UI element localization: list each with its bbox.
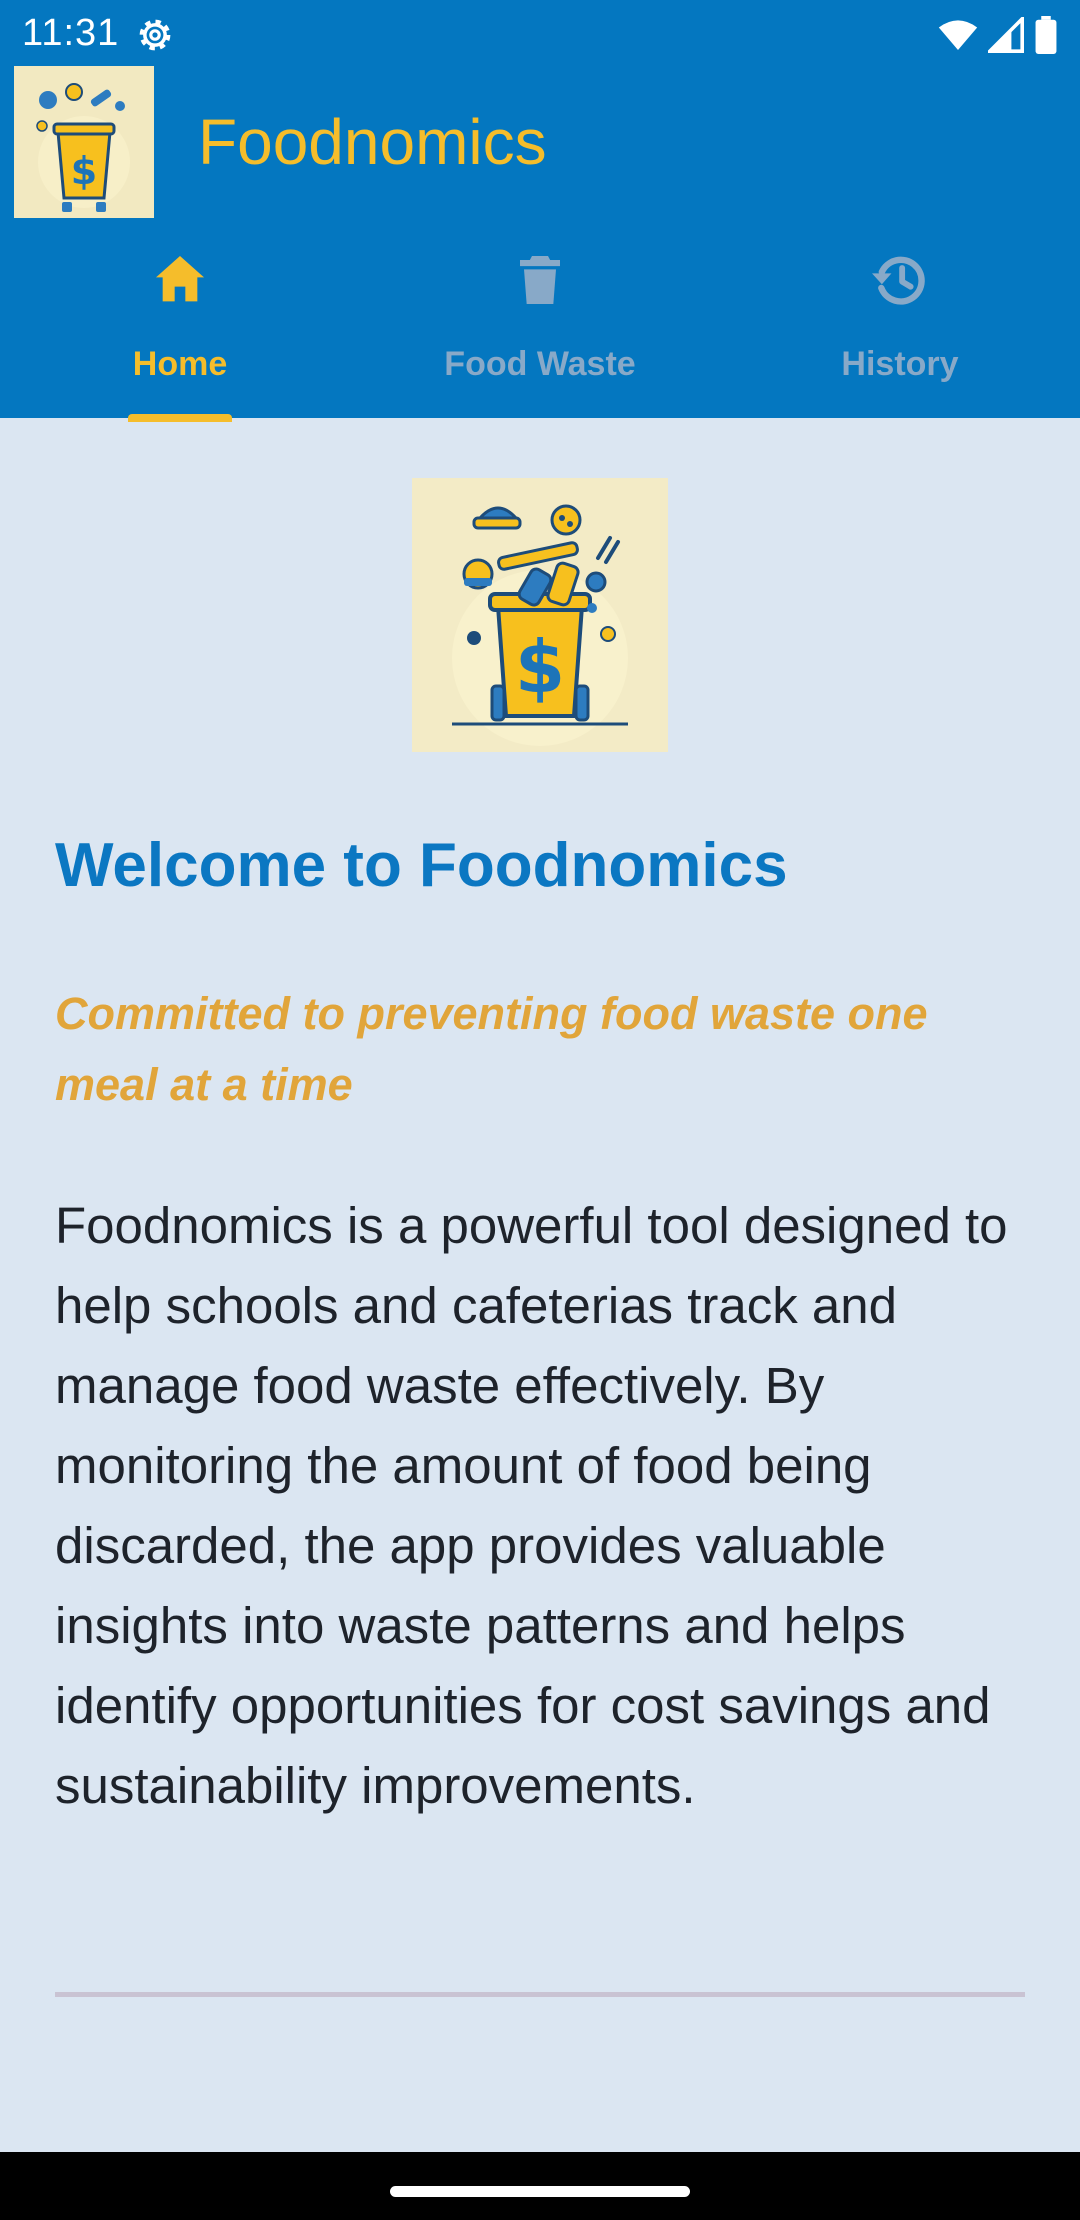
app-title: Foodnomics	[198, 106, 547, 178]
app-top-bar: 11:31 $ Foodnomics Home Food Waste Histo…	[0, 0, 1080, 422]
svg-text:$: $	[515, 625, 565, 709]
status-time: 11:31	[22, 12, 120, 54]
tab-history[interactable]: History	[720, 226, 1080, 418]
home-gesture-handle[interactable]	[390, 2186, 690, 2197]
tagline: Committed to preventing food waste one m…	[55, 988, 928, 1110]
app-logo-icon: $	[14, 66, 154, 218]
tab-food-waste-label: Food Waste	[444, 345, 636, 383]
food-waste-trash-can-icon: $	[412, 478, 668, 752]
system-navigation-bar	[0, 2152, 1080, 2220]
wifi-icon	[938, 20, 978, 50]
status-bar: 11:31	[0, 0, 1080, 66]
history-icon	[872, 256, 925, 305]
svg-text:$: $	[71, 149, 97, 193]
cellular-signal-icon	[988, 17, 1024, 53]
tab-home[interactable]: Home	[0, 226, 360, 422]
trash-icon	[520, 256, 560, 304]
divider	[55, 1992, 1025, 1997]
app-header: $ Foodnomics	[0, 66, 1080, 226]
welcome-title: Welcome to Foodnomics	[55, 831, 788, 900]
battery-icon	[1035, 16, 1057, 54]
settings-gear-icon	[139, 19, 171, 51]
home-icon	[156, 256, 204, 302]
tab-history-label: History	[841, 345, 959, 383]
home-content: $ Welcome to Foodnomics Committed to pre…	[0, 418, 1080, 2152]
tab-bar: Home Food Waste History	[0, 226, 1080, 422]
tab-home-label: Home	[132, 345, 228, 383]
app-description: Foodnomics is a powerful tool designed t…	[55, 1197, 1008, 1814]
status-icons	[938, 14, 1058, 56]
tab-food-waste[interactable]: Food Waste	[360, 226, 720, 418]
